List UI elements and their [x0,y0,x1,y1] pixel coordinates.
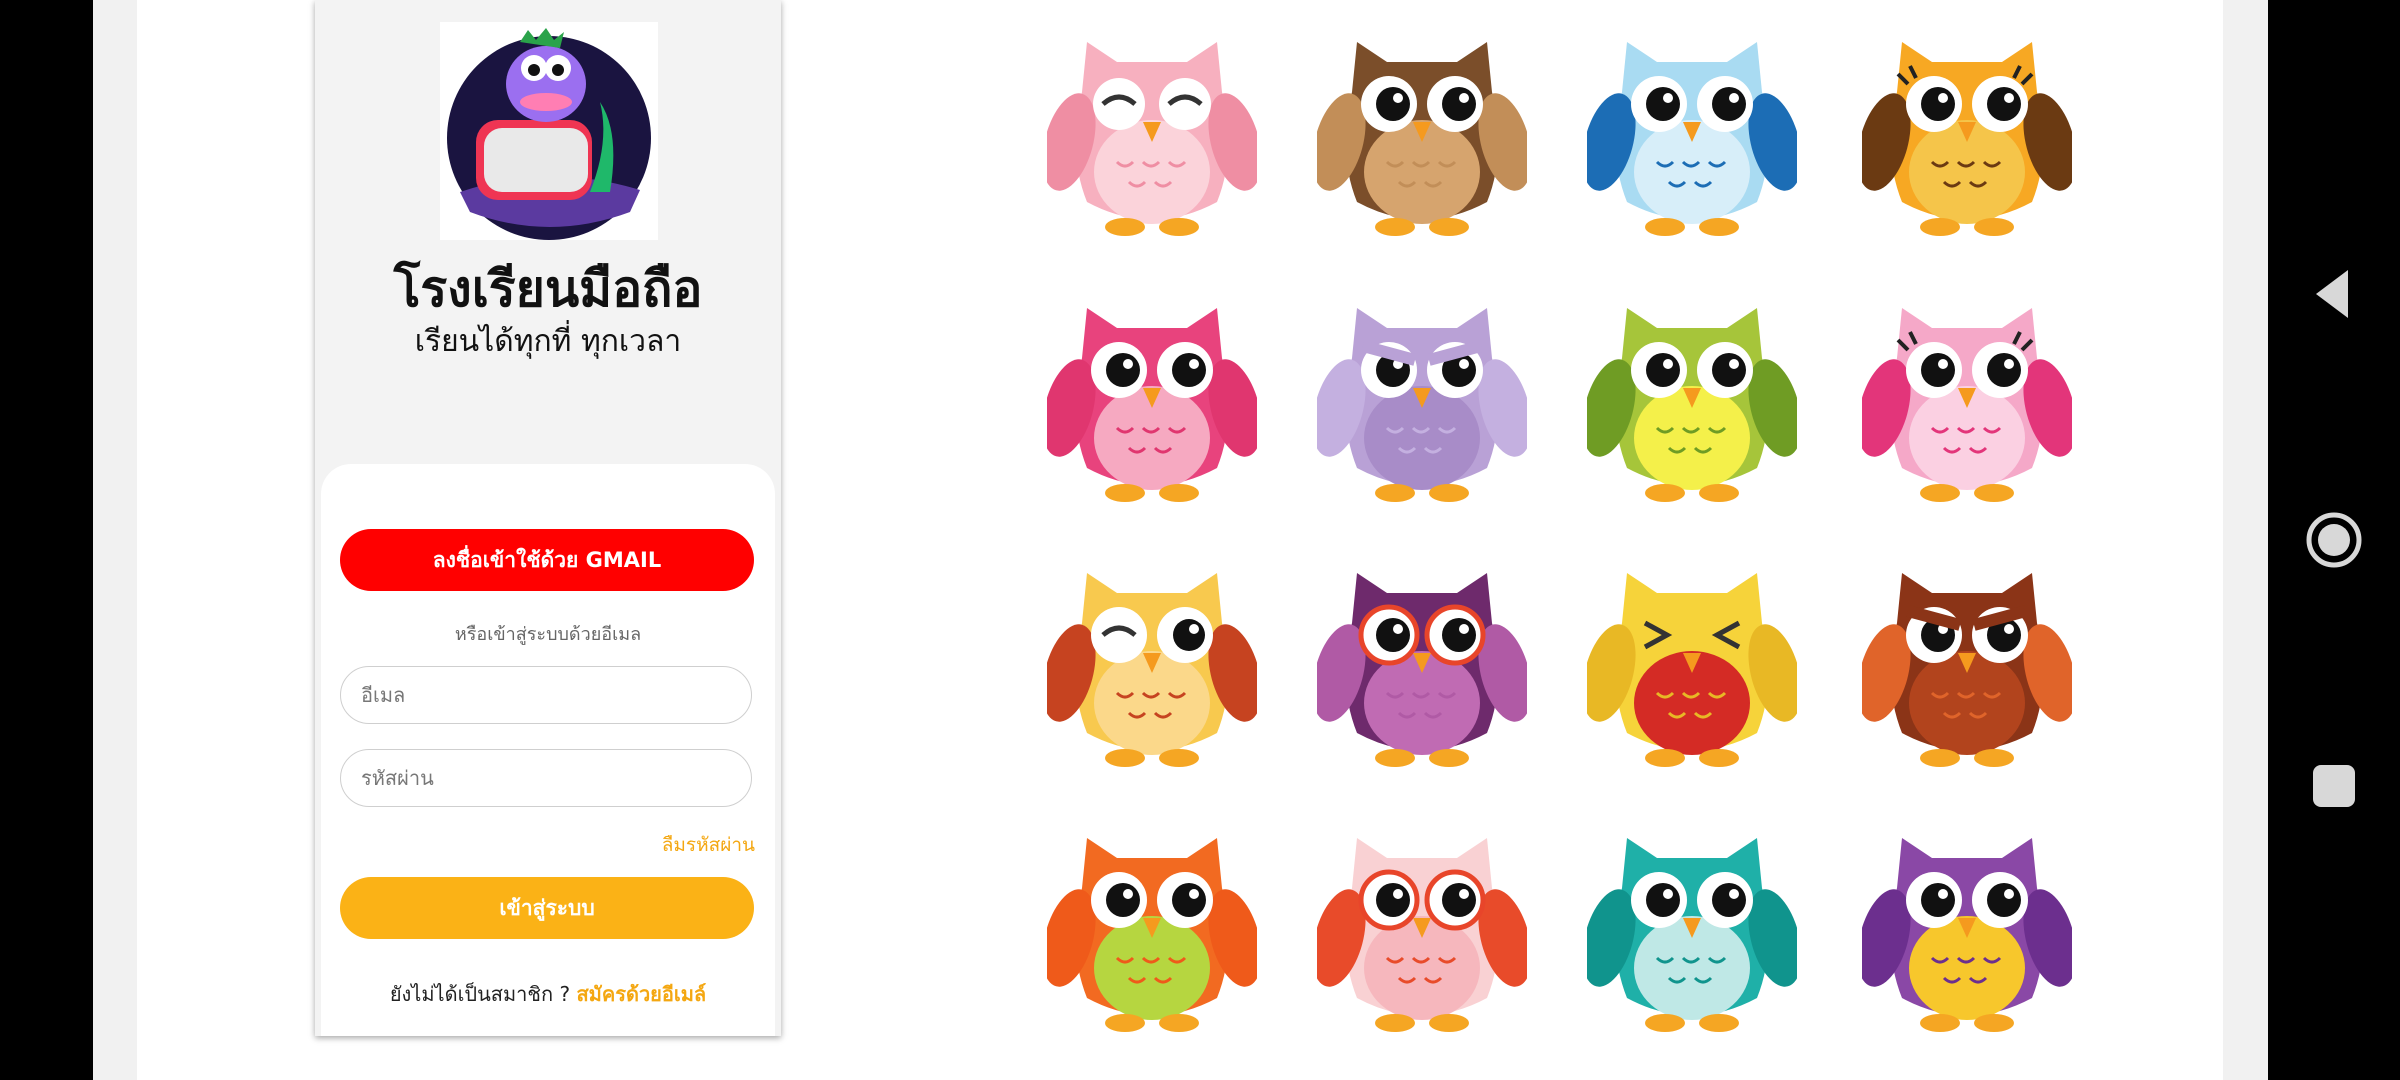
back-triangle-icon[interactable] [2302,262,2366,326]
owl-illustration [1857,288,2077,510]
owl-illustration [1857,553,2077,775]
android-nav-bar [2268,0,2400,1080]
owl-illustration-grid [137,0,2223,1080]
recents-square-icon[interactable] [2302,754,2366,818]
owl-illustration [1312,22,1532,244]
app-page: โรงเรียนมือถือ เรียนได้ทุกที่ ทุกเวลา ลง… [93,0,2268,1080]
owl-illustration [1042,553,1262,775]
owl-illustration [1582,288,1802,510]
owl-illustration [1042,288,1262,510]
owl-illustration [1312,818,1532,1040]
owl-illustration [1857,22,2077,244]
owl-illustration [1312,553,1532,775]
owl-illustration [1042,818,1262,1040]
owl-illustration [1582,553,1802,775]
owl-illustration [1582,22,1802,244]
owl-illustration [1312,288,1532,510]
main-content: โรงเรียนมือถือ เรียนได้ทุกที่ ทุกเวลา ลง… [137,0,2223,1080]
owl-illustration [1857,818,2077,1040]
home-circle-icon[interactable] [2302,508,2366,572]
owl-illustration [1042,22,1262,244]
owl-illustration [1582,818,1802,1040]
